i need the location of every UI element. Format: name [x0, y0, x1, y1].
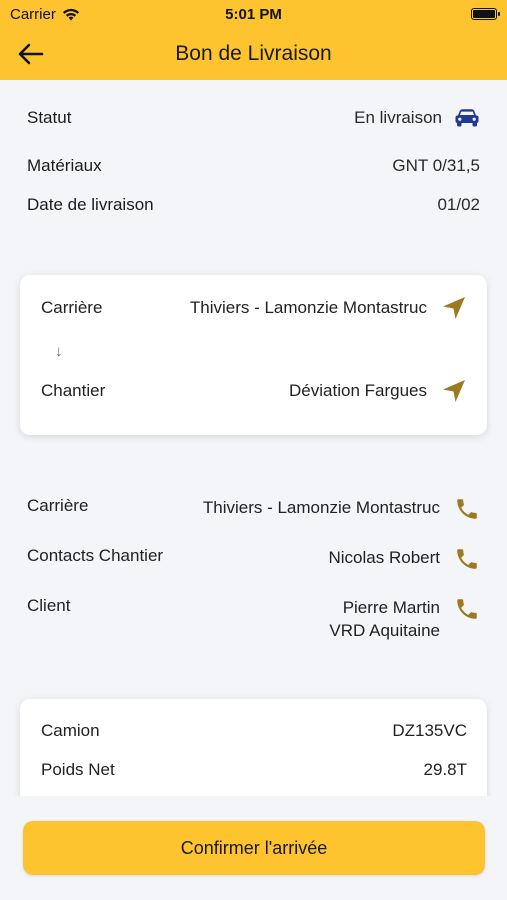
content-area: Statut En livraison Matériaux GNT 0/31,5…: [0, 80, 507, 796]
status-bar: Carrier 5:01 PM: [0, 0, 507, 28]
battery-icon: [471, 8, 500, 20]
statut-row: Statut En livraison: [27, 108, 480, 128]
statut-label: Statut: [27, 108, 72, 127]
contact-chantier-group: Nicolas Robert: [329, 546, 481, 572]
statut-value-group: En livraison: [354, 108, 480, 128]
camion-value: DZ135VC: [392, 721, 467, 740]
materiaux-value: GNT 0/31,5: [392, 156, 480, 175]
contact-client-company: VRD Aquitaine: [329, 621, 440, 640]
camion-label: Camion: [41, 721, 100, 740]
poids-label: Poids Net: [41, 760, 115, 779]
date-row: Date de livraison 01/02: [27, 195, 480, 215]
route-chantier-row: Chantier Déviation Fargues: [41, 378, 467, 404]
phone-icon[interactable]: [454, 496, 480, 522]
statut-value: En livraison: [354, 108, 442, 127]
phone-icon[interactable]: [454, 546, 480, 572]
date-value: 01/02: [437, 195, 480, 214]
contact-chantier-value: Nicolas Robert: [328, 548, 441, 567]
down-arrow-icon: ↓: [55, 343, 63, 360]
contact-carriere-label: Carrière: [27, 496, 89, 515]
route-carriere-label: Carrière: [41, 298, 103, 317]
contact-client-name: Pierre Martin: [342, 598, 440, 617]
route-chantier-value: Déviation Fargues: [289, 381, 427, 400]
bottom-bar: Confirmer l'arrivée: [0, 796, 507, 900]
route-chantier-label: Chantier: [41, 381, 106, 400]
contact-client-group: Pierre Martin VRD Aquitaine: [329, 596, 480, 642]
status-bar-left: Carrier: [10, 6, 80, 23]
date-label: Date de livraison: [27, 195, 154, 214]
vehicle-card: Camion DZ135VC Poids Net 29.8T: [20, 699, 487, 796]
poids-value: 29.8T: [423, 760, 467, 779]
confirm-arrival-button[interactable]: Confirmer l'arrivée: [23, 821, 485, 875]
contact-chantier-label: Contacts Chantier: [27, 546, 164, 565]
materiaux-row: Matériaux GNT 0/31,5: [27, 156, 480, 176]
car-icon: [455, 109, 479, 127]
materiaux-label: Matériaux: [27, 156, 102, 175]
route-carriere-group: Thiviers - Lamonzie Montastruc: [190, 295, 467, 321]
phone-icon[interactable]: [454, 596, 480, 622]
contact-carriere-group: Thiviers - Lamonzie Montastruc: [203, 496, 480, 522]
route-carriere-value: Thiviers - Lamonzie Montastruc: [189, 298, 427, 317]
back-button[interactable]: [14, 38, 48, 70]
carrier-label: Carrier: [10, 5, 56, 23]
contact-client-values: Pierre Martin VRD Aquitaine: [329, 596, 440, 642]
contact-chantier-row: Contacts Chantier Nicolas Robert: [27, 546, 480, 572]
contact-carriere-row: Carrière Thiviers - Lamonzie Montastruc: [27, 496, 480, 522]
poids-row: Poids Net 29.8T: [41, 760, 467, 780]
nav-bar: Bon de Livraison: [0, 28, 507, 80]
contact-client-label: Client: [27, 596, 71, 615]
back-arrow-icon: [18, 43, 44, 65]
route-chantier-group: Déviation Fargues: [289, 378, 467, 404]
camion-row: Camion DZ135VC: [41, 721, 467, 741]
contact-carriere-value: Thiviers - Lamonzie Montastruc: [202, 498, 440, 517]
route-carriere-row: Carrière Thiviers - Lamonzie Montastruc: [41, 295, 467, 321]
route-card: Carrière Thiviers - Lamonzie Montastruc …: [20, 275, 487, 435]
navigation-icon[interactable]: [441, 378, 467, 404]
navigation-icon[interactable]: [441, 295, 467, 321]
contact-client-row: Client Pierre Martin VRD Aquitaine: [27, 596, 480, 642]
wifi-icon: [62, 8, 79, 20]
page-title: Bon de Livraison: [175, 42, 332, 65]
